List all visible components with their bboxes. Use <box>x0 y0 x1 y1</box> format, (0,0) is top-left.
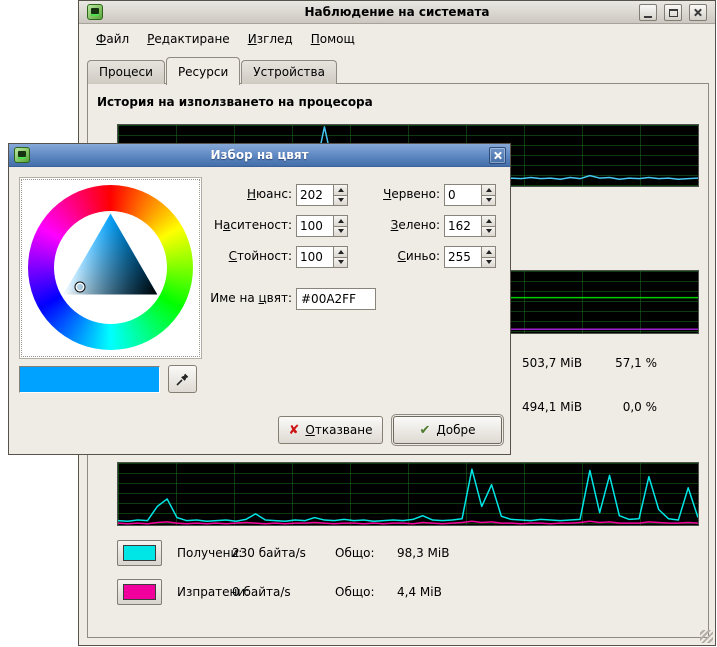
sent-total: 4,4 MiB <box>397 585 442 599</box>
dialog-titlebar[interactable]: Избор на цвят <box>9 144 510 167</box>
blue-spin-up[interactable] <box>481 246 496 258</box>
arrow-down-icon <box>338 229 344 233</box>
sent-total-label: Общо: <box>335 585 375 599</box>
cancel-button[interactable]: ✘ Отказване <box>278 416 383 444</box>
green-input[interactable] <box>444 215 481 237</box>
arrow-down-icon <box>486 198 492 202</box>
sent-rate: 0 байта/s <box>232 585 291 599</box>
saturation-input[interactable] <box>296 215 333 237</box>
color-picker-dialog: Избор на цвят <box>8 143 511 455</box>
resize-grip[interactable] <box>700 630 713 643</box>
dialog-close-icon <box>493 151 502 160</box>
received-color-button[interactable] <box>117 540 162 566</box>
arrow-up-icon <box>338 188 344 192</box>
hsv-wheel-frame <box>19 177 202 359</box>
dialog-title: Избор на цвят <box>9 148 510 162</box>
arrow-up-icon <box>486 188 492 192</box>
eyedropper-icon <box>175 372 190 387</box>
arrow-down-icon <box>486 229 492 233</box>
arrow-down-icon <box>486 260 492 264</box>
swap-percent: 0,0 % <box>604 400 657 414</box>
value-label: Стойност: <box>200 249 292 263</box>
blue-input[interactable] <box>444 246 481 268</box>
hue-spinner[interactable] <box>296 184 348 206</box>
received-total-label: Общо: <box>335 546 375 560</box>
memory-percent: 57,1 % <box>604 356 657 370</box>
value-input[interactable] <box>296 246 333 268</box>
network-chart-canvas <box>118 463 698 525</box>
received-total: 98,3 MiB <box>397 546 449 560</box>
saturation-spin-down[interactable] <box>333 227 348 238</box>
blue-label: Синьо: <box>359 249 440 263</box>
maximize-icon <box>669 9 678 17</box>
red-spinner[interactable] <box>444 184 496 206</box>
ok-button[interactable]: ✔ Добре <box>393 416 502 444</box>
blue-spinner[interactable] <box>444 246 496 268</box>
main-window-title: Наблюдение на системата <box>79 5 715 19</box>
sent-color-button[interactable] <box>117 579 162 605</box>
network-history-chart <box>117 462 699 526</box>
hue-input[interactable] <box>296 184 333 206</box>
tab-processes[interactable]: Процеси <box>87 60 165 84</box>
green-spin-down[interactable] <box>481 227 496 238</box>
ok-icon: ✔ <box>419 424 430 437</box>
swap-value: 494,1 MiB <box>522 400 602 414</box>
blue-spin-down[interactable] <box>481 258 496 269</box>
cpu-section-title: История на използването на процесора <box>97 95 373 109</box>
eyedropper-button[interactable] <box>168 365 197 393</box>
arrow-up-icon <box>486 250 492 254</box>
saturation-spinner[interactable] <box>296 215 348 237</box>
received-rate: 230 байта/s <box>232 546 306 560</box>
hue-spin-down[interactable] <box>333 196 348 207</box>
green-spin-up[interactable] <box>481 215 496 227</box>
menu-view[interactable]: Изглед <box>239 28 302 50</box>
cancel-icon: ✘ <box>289 424 300 437</box>
red-spin-down[interactable] <box>481 196 496 207</box>
close-icon <box>694 8 703 17</box>
hue-spin-up[interactable] <box>333 184 348 196</box>
menu-help[interactable]: Помощ <box>302 28 364 50</box>
value-spin-down[interactable] <box>333 258 348 269</box>
ok-button-label: Добре <box>436 423 475 437</box>
saturation-label: Наситеност: <box>200 218 292 232</box>
menu-edit[interactable]: Редактиране <box>138 28 239 50</box>
received-color-swatch <box>123 545 156 561</box>
arrow-up-icon <box>486 219 492 223</box>
color-name-input[interactable] <box>296 288 376 310</box>
value-spin-up[interactable] <box>333 246 348 258</box>
red-label: Червено: <box>359 187 440 201</box>
memory-value: 503,7 MiB <box>522 356 602 370</box>
green-label: Зелено: <box>359 218 440 232</box>
arrow-up-icon <box>338 250 344 254</box>
screen: Наблюдение на системата Файл Редактиране… <box>0 0 717 647</box>
arrow-down-icon <box>338 198 344 202</box>
cancel-button-label: Отказване <box>305 423 372 437</box>
minimize-icon <box>644 16 652 18</box>
tab-devices[interactable]: Устройства <box>241 60 337 84</box>
main-titlebar[interactable]: Наблюдение на системата <box>79 1 715 24</box>
menu-file[interactable]: Файл <box>87 28 138 50</box>
hsv-triangle[interactable] <box>28 185 193 350</box>
saturation-spin-up[interactable] <box>333 215 348 227</box>
hue-label: Нюанс: <box>200 187 292 201</box>
red-spin-up[interactable] <box>481 184 496 196</box>
notebook-tabs: Процеси Ресурси Устройства <box>87 56 338 84</box>
value-spinner[interactable] <box>296 246 348 268</box>
green-spinner[interactable] <box>444 215 496 237</box>
minimize-button[interactable] <box>639 4 657 21</box>
arrow-down-icon <box>338 260 344 264</box>
dialog-close-button[interactable] <box>489 147 506 164</box>
color-preview <box>19 366 160 393</box>
maximize-button[interactable] <box>664 4 682 21</box>
menubar: Файл Редактиране Изглед Помощ <box>87 26 364 51</box>
red-input[interactable] <box>444 184 481 206</box>
color-name-label: Име на цвят: <box>200 291 292 305</box>
tab-resources[interactable]: Ресурси <box>166 57 240 85</box>
arrow-up-icon <box>338 219 344 223</box>
sent-color-swatch <box>123 584 156 600</box>
close-button[interactable] <box>689 4 707 21</box>
